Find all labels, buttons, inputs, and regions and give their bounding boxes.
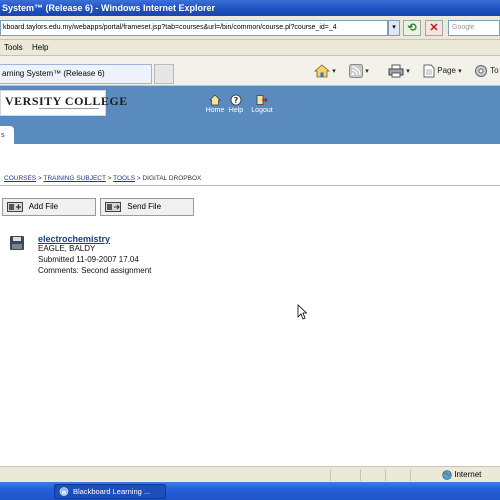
breadcrumb-current: DIGITAL DROPBOX — [142, 175, 202, 182]
send-file-label: Send File — [127, 202, 162, 211]
file-author: EAGLE, BALDY — [38, 244, 96, 253]
status-segment — [410, 469, 411, 481]
portal-tab[interactable]: s — [0, 126, 14, 144]
menu-help[interactable]: Help — [32, 43, 48, 52]
send-file-icon — [105, 201, 121, 212]
tools-menu[interactable]: To — [474, 62, 499, 80]
portal-tab-label: s — [1, 132, 5, 139]
feed-icon — [349, 63, 363, 78]
logo-underline — [39, 108, 99, 112]
file-comments: Comments: Second assignment — [38, 266, 152, 275]
svg-text:?: ? — [234, 96, 239, 105]
file-link[interactable]: electrochemistry — [38, 234, 110, 244]
address-row: kboard.taylors.edu.my/webapps/portal/fra… — [0, 16, 500, 40]
breadcrumb-separator: > — [136, 175, 141, 182]
add-file-icon — [7, 201, 23, 212]
browser-tab[interactable]: arning System™ (Release 6) — [0, 64, 152, 84]
nav-home-label: Home — [205, 107, 225, 114]
window-title-bar: System™ (Release 6) - Windows Internet E… — [0, 0, 500, 16]
home-command[interactable]: ▾ — [314, 62, 336, 80]
logout-icon — [256, 95, 268, 105]
tools-menu-label: To — [490, 66, 499, 75]
window-title: System™ (Release 6) - Windows Internet E… — [2, 3, 215, 13]
help-icon: ? — [230, 94, 242, 106]
taskbar-window-label: Blackboard Learning ... — [73, 487, 151, 496]
stop-icon: ✕ — [429, 22, 439, 34]
tab-bar: arning System™ (Release 6) ▾ ▾ ▾ Page ▾ … — [0, 56, 500, 86]
nav-logout-label: Logout — [251, 107, 273, 114]
nav-logout[interactable]: Logout — [249, 94, 275, 114]
search-input[interactable]: Google — [448, 20, 500, 36]
status-segment — [360, 469, 361, 481]
menu-bar: Tools Help — [0, 40, 500, 56]
stop-button[interactable]: ✕ — [425, 20, 443, 36]
menu-tools[interactable]: Tools — [4, 43, 23, 52]
institution-logo: VERSITY COLLEGE — [0, 90, 127, 116]
breadcrumb-separator: > — [107, 175, 112, 182]
portal-tab-strip — [0, 126, 500, 144]
feeds-command[interactable]: ▾ — [349, 62, 369, 80]
breadcrumb-separator: > — [37, 175, 42, 182]
page-menu[interactable]: Page ▾ — [423, 62, 462, 80]
internet-explorer-icon: e — [59, 487, 69, 496]
divider — [0, 185, 500, 186]
breadcrumb-training-subject[interactable]: TRAINING SUBJECT — [43, 175, 105, 182]
add-file-label: Add File — [28, 202, 59, 211]
taskbar: e Blackboard Learning ... — [0, 482, 500, 500]
breadcrumb-courses[interactable]: COURSES — [4, 175, 36, 182]
security-zone[interactable]: Internet — [442, 469, 481, 481]
gear-icon — [475, 64, 487, 77]
address-field[interactable]: kboard.taylors.edu.my/webapps/portal/fra… — [0, 20, 388, 36]
svg-text:e: e — [62, 488, 67, 496]
print-command[interactable]: ▾ — [388, 62, 410, 80]
breadcrumb: COURSES > TRAINING SUBJECT > TOOLS > DIG… — [0, 175, 500, 185]
print-icon — [388, 64, 404, 78]
security-zone-label: Internet — [454, 470, 482, 479]
breadcrumb-tools[interactable]: TOOLS — [113, 175, 135, 182]
home-icon — [209, 94, 221, 106]
nav-help-label: Help — [228, 107, 244, 114]
new-tab-button[interactable] — [154, 64, 174, 84]
status-segment — [385, 469, 386, 481]
refresh-icon: ⟲ — [407, 22, 417, 34]
status-segment — [330, 469, 331, 481]
file-submitted-date: Submitted 11-09-2007 17.04 — [38, 255, 139, 264]
nav-help[interactable]: ? Help — [223, 94, 249, 114]
page-icon — [423, 64, 435, 78]
taskbar-ie-window[interactable]: e Blackboard Learning ... — [54, 484, 166, 499]
status-bar: Internet — [0, 466, 500, 482]
mouse-cursor-icon — [297, 304, 307, 320]
portal-header: VERSITY COLLEGE Home ? Help Logout — [0, 86, 500, 126]
globe-icon — [442, 470, 452, 480]
logo-text: VERSITY COLLEGE — [5, 94, 128, 108]
refresh-button[interactable]: ⟲ — [403, 20, 421, 36]
page-menu-label: Page — [437, 66, 456, 75]
address-dropdown-button[interactable]: ▾ — [388, 20, 400, 36]
home-icon — [314, 64, 330, 78]
add-file-button[interactable]: Add File — [2, 198, 96, 216]
send-file-button[interactable]: Send File — [100, 198, 194, 216]
floppy-disk-icon — [10, 236, 24, 250]
